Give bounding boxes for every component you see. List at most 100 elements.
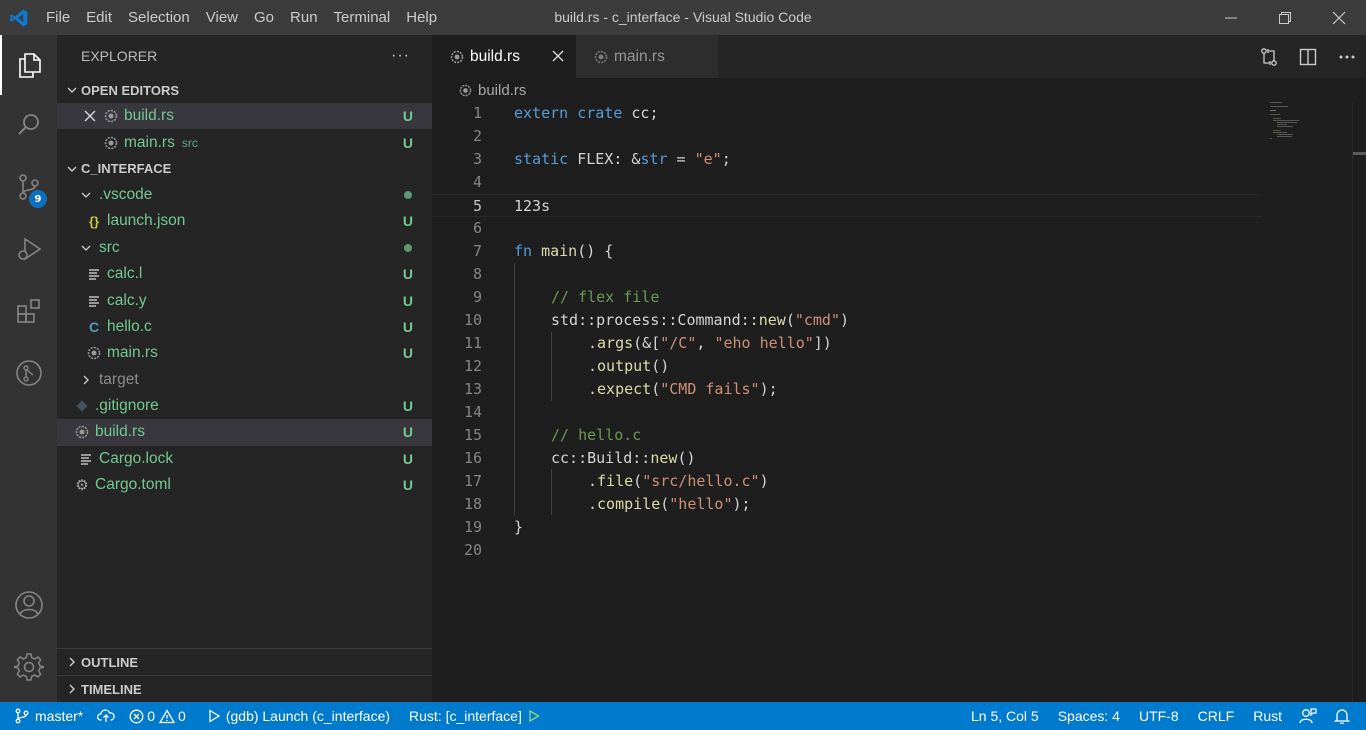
explorer-activity[interactable] [0,35,57,95]
menu-selection[interactable]: Selection [120,0,198,35]
search-activity[interactable] [0,95,57,155]
open-editor-build-rs[interactable]: build.rs U [57,103,432,130]
gitlens-activity[interactable] [0,343,57,403]
menu-file[interactable]: File [38,0,78,35]
untracked-status: U [402,292,413,309]
close-tab-icon[interactable] [552,46,564,67]
tree-file-cargo-toml[interactable]: ⚙ Cargo.toml U [57,472,432,498]
file-name: calc.y [107,291,147,309]
menu-go[interactable]: Go [246,0,282,35]
json-file-icon: {} [88,213,100,229]
rust-workspace-status[interactable]: Rust: [c_interface] [397,702,547,730]
section-title: TIMELINE [81,681,142,697]
problems-status[interactable]: 0 0 [122,702,193,730]
notifications-button[interactable] [1324,702,1366,730]
line-number: 7 [472,242,482,260]
code-editor[interactable]: 1 extern crate cc; 2 3 static FLEX: &str =… [432,102,1366,702]
branch-status[interactable]: master* [0,702,90,730]
tree-file-cargo-lock[interactable]: Cargo.lock U [57,446,432,472]
menu-edit[interactable]: Edit [78,0,120,35]
more-editor-actions-button[interactable] [1327,54,1366,60]
untracked-status: U [402,213,413,230]
code-line: 17 .file("src/hello.c") [432,470,1262,493]
line-number: 1 [472,104,482,122]
tree-file-calc-l[interactable]: calc.l U [57,261,432,287]
more-actions-icon[interactable]: ··· [391,47,410,65]
tree-file-gitignore[interactable]: .gitignore U [57,393,432,419]
split-editor-button[interactable] [1288,48,1327,66]
end-of-line[interactable]: CRLF [1186,702,1242,730]
manage-activity[interactable] [0,637,57,697]
timeline-section[interactable]: TIMELINE [57,675,432,702]
code-line: 9// flex file [432,286,1262,309]
folder-name: .vscode [99,185,153,203]
scrollbar-thumb[interactable] [1353,152,1366,155]
sync-status[interactable] [90,702,122,730]
code-line: 1 extern crate cc; [432,102,1262,125]
code-line: 7 fn main() { [432,240,1262,263]
folder-name: src [99,238,120,256]
menu-view[interactable]: View [198,0,246,35]
tree-file-main-rs[interactable]: main.rs U [57,340,432,366]
encoding[interactable]: UTF-8 [1127,702,1186,730]
open-changes-button[interactable] [1249,47,1288,67]
menu-run[interactable]: Run [282,0,326,35]
minimap[interactable] [1270,102,1350,152]
branch-name: master* [35,708,84,724]
run-debug-activity[interactable] [0,219,57,279]
open-editor-main-rs[interactable]: main.rs src U [57,129,432,155]
tree-file-launch-json[interactable]: {} launch.json U [57,208,432,234]
indentation[interactable]: Spaces: 4 [1046,702,1127,730]
section-title: OUTLINE [81,654,139,670]
search-icon [17,114,39,135]
restore-button[interactable] [1258,0,1312,35]
untracked-status: U [402,345,413,362]
tree-file-build-rs[interactable]: build.rs U [57,419,432,446]
close-window-button[interactable] [1312,0,1366,35]
menu-terminal[interactable]: Terminal [326,0,399,35]
vertical-scrollbar[interactable] [1352,102,1366,702]
cursor-position[interactable]: Ln 5, Col 5 [964,702,1046,730]
warning-icon [159,708,176,723]
code-line: 19} [432,516,1262,539]
cloud-sync-icon [97,709,115,722]
extensions-activity[interactable] [0,281,57,341]
folder-name: target [99,370,139,388]
code-line: 8 [432,263,1262,286]
debug-launch-status[interactable]: (gdb) Launch (c_interface) [193,702,397,730]
file-name: launch.json [107,212,186,230]
tree-folder-vscode[interactable]: .vscode [57,182,432,208]
tree-file-hello-c[interactable]: C hello.c U [57,314,432,340]
feedback-button[interactable] [1289,702,1324,730]
git-branch-icon [15,708,29,724]
explorer-sidebar: EXPLORER ··· OPEN EDITORS build.rs U mai… [57,35,432,702]
breadcrumb[interactable]: build.rs [432,78,1366,102]
tree-folder-target[interactable]: target [57,367,432,393]
bell-icon [1334,709,1350,724]
close-icon[interactable] [78,110,102,122]
language-mode[interactable]: Rust [1241,702,1289,730]
chevron-right-icon [63,683,81,695]
git-file-icon [73,400,91,412]
tree-file-calc-y[interactable]: calc.y U [57,287,432,313]
file-name: Cargo.toml [95,476,171,494]
tree-folder-src[interactable]: src [57,235,432,261]
modified-dot [404,190,412,199]
outline-section[interactable]: OUTLINE [57,648,432,675]
tab-main-rs[interactable]: main.rs [576,35,718,78]
collapsed-sections: OUTLINE TIMELINE [57,648,432,702]
title-bar: File Edit Selection View Go Run Terminal… [0,0,1366,35]
untracked-status: U [402,134,413,151]
accounts-activity[interactable] [0,575,57,635]
minimize-button[interactable] [1204,0,1258,35]
code-line: 3 static FLEX: &str = "e"; [432,148,1262,171]
folder-section[interactable]: C_INTERFACE [57,156,432,182]
open-editors-section[interactable]: OPEN EDITORS [57,77,432,103]
tab-build-rs[interactable]: build.rs [432,35,576,78]
rust-workspace: Rust: [c_interface] [409,708,522,724]
code-line: 6 [432,217,1262,240]
debug-config: (gdb) Launch (c_interface) [225,708,391,724]
menu-help[interactable]: Help [398,0,445,35]
window-controls [1204,0,1366,35]
source-control-activity[interactable]: 9 [0,157,57,217]
